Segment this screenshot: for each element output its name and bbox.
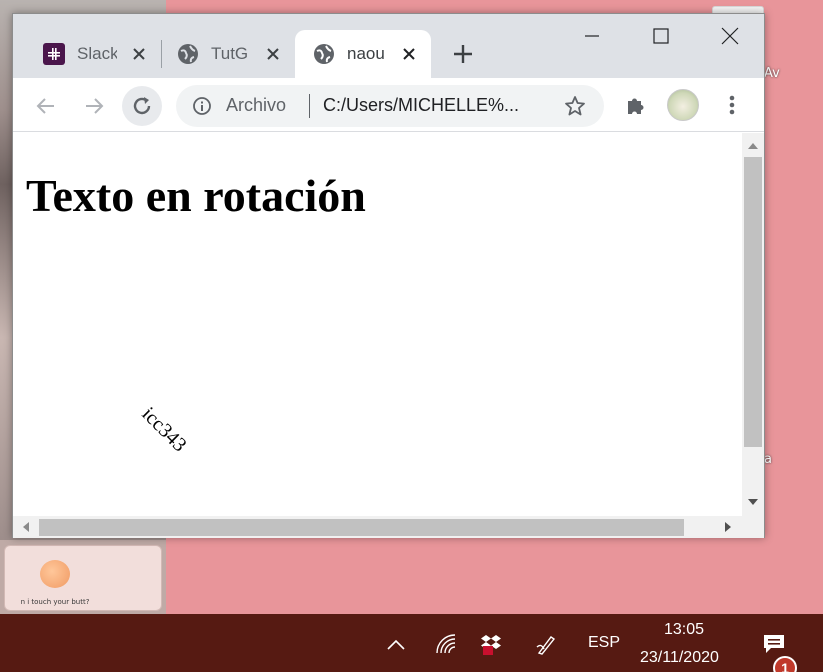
sticker-caption: n i touch your butt?	[20, 598, 90, 606]
maximize-icon[interactable]	[638, 14, 684, 58]
minimize-icon[interactable]	[569, 14, 615, 58]
language-indicator[interactable]: ESP	[588, 634, 620, 652]
close-window-icon[interactable]	[707, 14, 753, 58]
plus-icon[interactable]	[449, 40, 477, 68]
scroll-right-icon[interactable]	[719, 518, 737, 536]
notifications-icon[interactable]	[762, 632, 786, 656]
browser-toolbar: Archivo C:/Users/MICHELLE%...	[13, 78, 764, 132]
slack-icon	[43, 43, 65, 65]
chevron-up-icon[interactable]	[384, 632, 408, 656]
wifi-icon[interactable]	[434, 632, 458, 656]
clock-time[interactable]: 13:05	[664, 621, 704, 639]
vertical-scroll-thumb[interactable]	[744, 157, 762, 447]
omnibox-divider	[309, 94, 310, 118]
arrow-left-icon[interactable]	[26, 86, 66, 126]
close-tab-icon[interactable]	[263, 44, 283, 64]
scheme-label: Archivo	[226, 95, 287, 115]
page-heading: Texto en rotación	[26, 170, 366, 221]
tab-naou[interactable]: naou	[295, 30, 431, 78]
star-icon[interactable]	[564, 95, 586, 117]
desktop-icon-label[interactable]: a	[764, 452, 772, 467]
clock-date[interactable]: 23/11/2020	[640, 649, 719, 667]
notification-count-badge: 1	[773, 656, 797, 672]
close-tab-icon[interactable]	[399, 44, 419, 64]
scroll-left-icon[interactable]	[17, 518, 35, 536]
url-text[interactable]: C:/Users/MICHELLE%...	[323, 95, 519, 116]
tab-slack[interactable]: Slack	[13, 30, 161, 78]
rotated-text: icc343	[137, 403, 191, 457]
taskbar: ESP 13:05 23/11/2020 1	[0, 614, 823, 672]
peach-icon	[40, 560, 70, 588]
tab-title: TutG	[211, 44, 249, 63]
arrow-right-icon[interactable]	[74, 86, 114, 126]
kebab-menu-icon[interactable]	[719, 92, 745, 118]
profile-avatar[interactable]	[667, 89, 699, 121]
tab-title: naou	[347, 44, 385, 63]
tab-title: Slack	[77, 44, 117, 63]
scroll-up-icon[interactable]	[744, 137, 762, 155]
vertical-scrollbar[interactable]	[742, 133, 764, 516]
globe-icon	[177, 43, 199, 65]
scroll-down-icon[interactable]	[744, 493, 762, 511]
horizontal-scrollbar[interactable]	[13, 516, 764, 538]
reload-icon[interactable]	[122, 86, 162, 126]
tab-tutg[interactable]: TutG	[147, 30, 295, 78]
info-icon[interactable]	[192, 96, 212, 116]
horizontal-scroll-thumb[interactable]	[39, 519, 684, 536]
address-bar[interactable]: Archivo C:/Users/MICHELLE%...	[176, 85, 604, 127]
tab-strip: Slack TutG naou	[13, 14, 764, 78]
pen-icon[interactable]	[534, 632, 558, 656]
close-tab-icon[interactable]	[129, 44, 149, 64]
dropbox-icon[interactable]	[479, 632, 503, 656]
puzzle-icon[interactable]	[623, 92, 649, 118]
desktop-icon-label[interactable]: Av	[764, 66, 780, 81]
page-viewport: Texto en rotación icc343	[13, 133, 742, 516]
globe-icon	[313, 43, 335, 65]
browser-window: Slack TutG naou Archivo C:/Users/MICHELL…	[12, 13, 765, 538]
